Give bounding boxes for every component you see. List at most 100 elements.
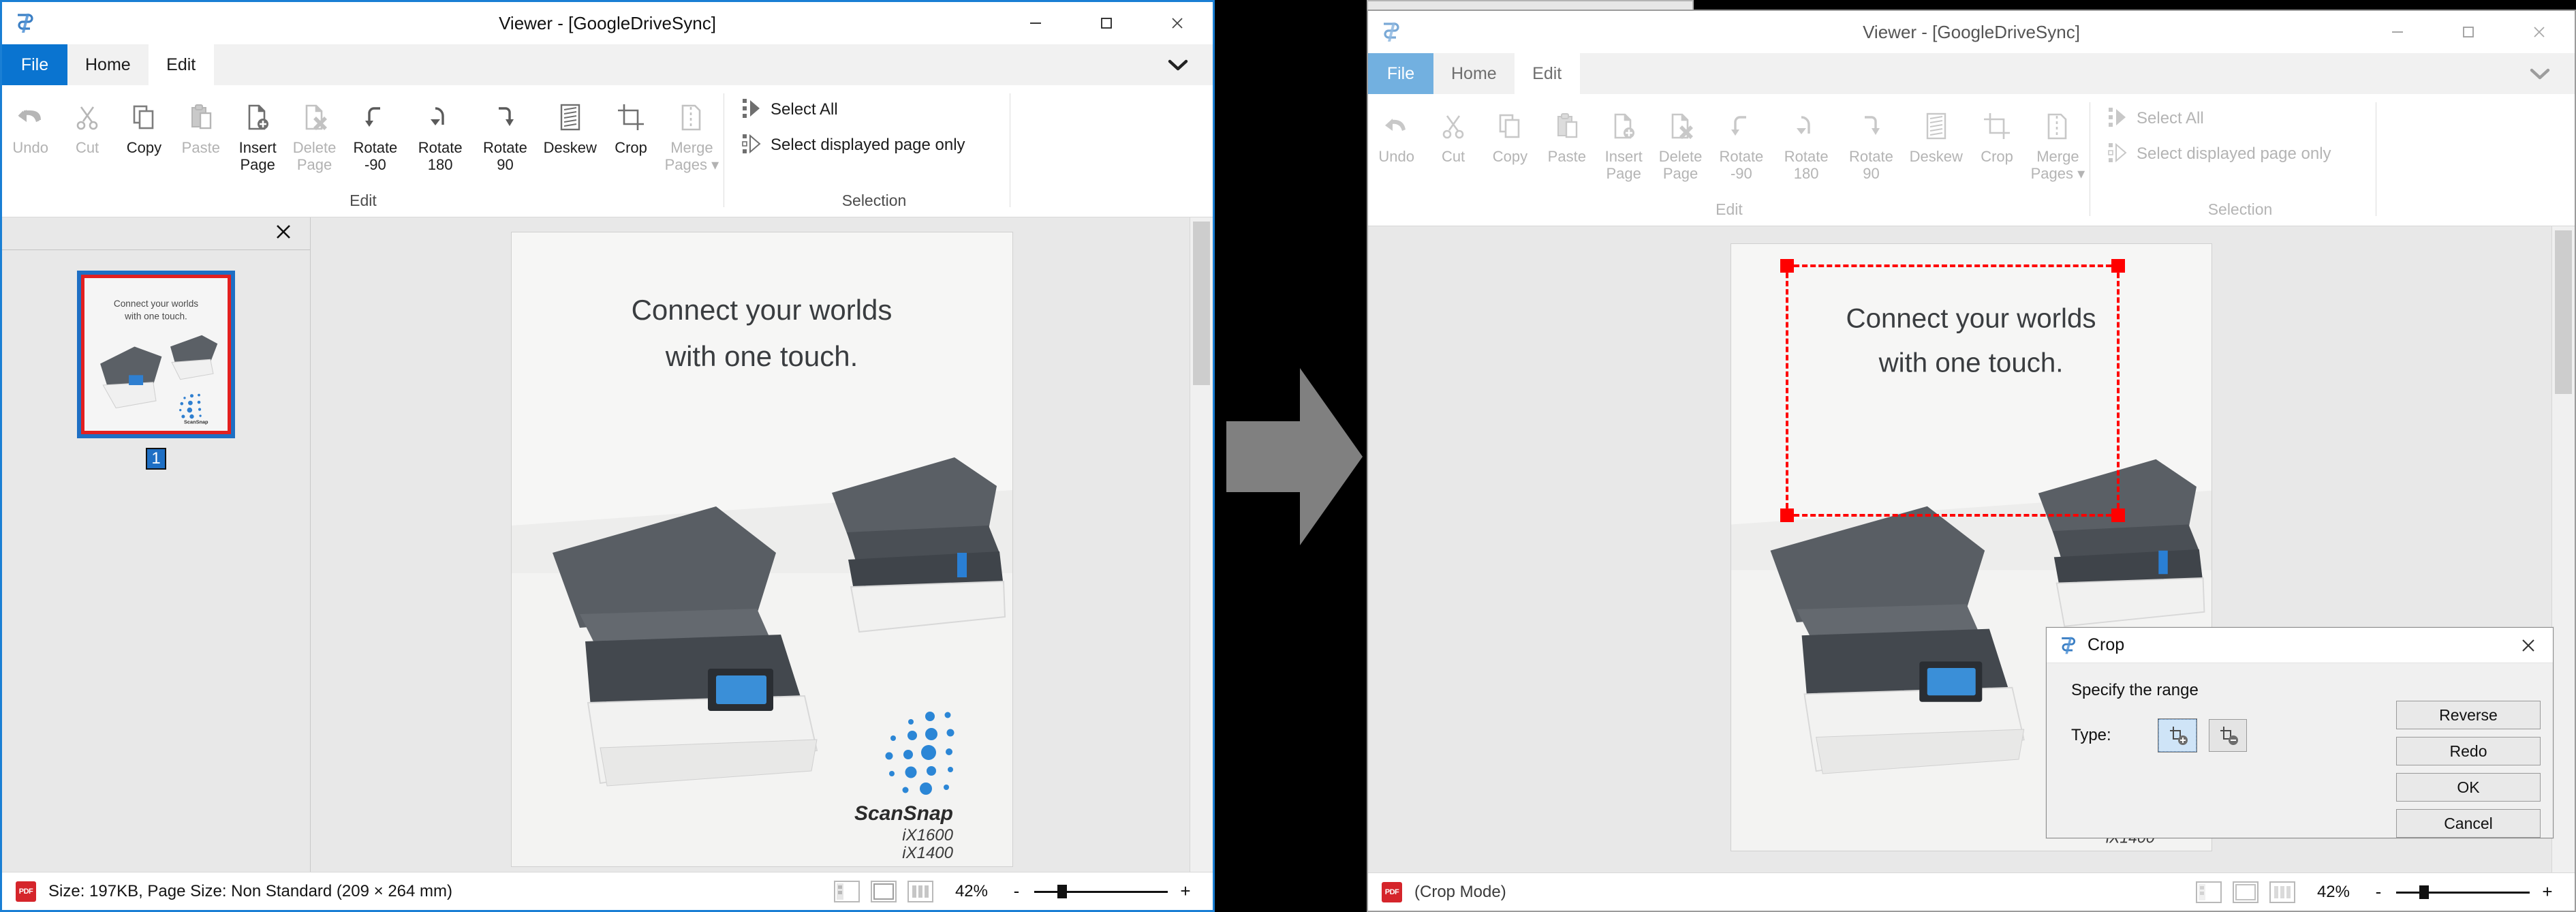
zoom-in-button[interactable]: + [2541, 881, 2554, 902]
rotate-180-icon [424, 97, 456, 137]
copy-button[interactable]: Copy [116, 95, 172, 156]
thumbnail-page-1[interactable]: Connect your worlds with one touch. Scan… [77, 271, 235, 438]
rotate-180-label: Rotate 180 [1784, 148, 1829, 182]
status-bar: PDF Size: 197KB, Page Size: Non Standard… [2, 872, 1213, 910]
vertical-scrollbar[interactable] [2551, 226, 2575, 872]
delete-page-icon [299, 97, 330, 137]
select-all-button[interactable]: Select All [738, 92, 838, 127]
zoom-slider-knob[interactable] [2419, 885, 2429, 899]
undo-button[interactable]: Undo [1368, 104, 1425, 165]
merge-pages-button[interactable]: Merge Pages ▾ [659, 95, 724, 173]
svg-text:Connect your worlds: Connect your worlds [114, 299, 198, 309]
select-displayed-page-button[interactable]: Select displayed page only [2104, 136, 2331, 172]
select-displayed-page-label: Select displayed page only [771, 136, 965, 154]
tab-file[interactable]: File [2, 44, 67, 85]
document-page[interactable]: Connect your worlds with one touch. [511, 232, 1012, 866]
minimize-button[interactable] [2362, 11, 2433, 53]
view-mode-continuous-button[interactable] [907, 880, 933, 902]
ok-button[interactable]: OK [2396, 773, 2541, 802]
rotate-right-button[interactable]: Rotate 90 [1839, 104, 1904, 182]
chevron-down-icon[interactable] [1166, 44, 1213, 85]
cut-button[interactable]: Cut [59, 95, 115, 156]
scrollbar-thumb[interactable] [1193, 222, 1210, 385]
rotate-left-icon [360, 97, 391, 137]
deskew-button[interactable]: Deskew [538, 95, 602, 156]
clipboard-icon [1551, 106, 1583, 146]
paste-button[interactable]: Paste [1538, 104, 1595, 165]
thumbnail-pane-header [2, 217, 310, 250]
zoom-slider[interactable] [2396, 885, 2530, 899]
merge-pages-button[interactable]: Merge Pages ▾ [2026, 104, 2090, 182]
merge-pages-label: Merge Pages ▾ [2030, 148, 2085, 182]
ribbon-group-selection-label: Selection [841, 192, 907, 209]
zoom-slider-knob[interactable] [1057, 884, 1067, 898]
screenshot-stage: Viewer - [GoogleDriveSync] File Home Edi… [0, 0, 2576, 912]
maximize-button[interactable] [2433, 11, 2504, 53]
zoom-slider[interactable] [1034, 884, 1168, 898]
minimize-button[interactable] [1000, 2, 1071, 44]
undo-button[interactable]: Undo [2, 95, 59, 156]
vertical-scrollbar[interactable] [1190, 217, 1213, 872]
page-view-area[interactable]: Connect your worlds with one touch. [311, 217, 1213, 872]
view-mode-single-page-button[interactable] [870, 880, 897, 902]
close-icon[interactable] [2509, 628, 2547, 663]
scrollbar-thumb[interactable] [2555, 230, 2572, 394]
select-all-button[interactable]: Select All [2104, 101, 2204, 136]
zoom-in-button[interactable]: + [1179, 881, 1192, 902]
pdf-icon: PDF [1382, 881, 1402, 902]
zoom-slider-track [1034, 890, 1168, 893]
insert-page-button[interactable]: Insert Page [1596, 104, 1652, 182]
delete-page-button[interactable]: Delete Page [286, 95, 343, 173]
rotate-right-label: Rotate 90 [483, 139, 527, 173]
select-displayed-page-button[interactable]: Select displayed page only [738, 127, 965, 163]
tab-edit[interactable]: Edit [1514, 53, 1580, 94]
select-all-label: Select All [771, 100, 838, 119]
rotate-right-icon [489, 97, 521, 137]
select-all-icon [2108, 106, 2128, 132]
select-all-icon [742, 97, 762, 123]
rotate-left-label: Rotate -90 [353, 139, 398, 173]
rotate-left-button[interactable]: Rotate -90 [343, 95, 407, 173]
cut-button[interactable]: Cut [1425, 104, 1481, 165]
merge-pages-icon [676, 97, 707, 137]
view-mode-thumbnail-pane-button[interactable] [2195, 881, 2222, 903]
rotate-180-button[interactable]: Rotate 180 [408, 95, 473, 173]
cancel-button[interactable]: Cancel [2396, 809, 2541, 838]
paste-button[interactable]: Paste [172, 95, 229, 156]
tab-file[interactable]: File [1368, 53, 1433, 94]
insert-page-button[interactable]: Insert Page [230, 95, 286, 173]
zoom-out-button[interactable]: - [1010, 881, 1023, 902]
view-mode-single-page-button[interactable] [2232, 881, 2259, 903]
rotate-left-button[interactable]: Rotate -90 [1709, 104, 1773, 182]
svg-text:Connect your worlds: Connect your worlds [1846, 303, 2096, 334]
window-controls [1000, 2, 1213, 44]
tab-home[interactable]: Home [67, 44, 149, 85]
delete-page-button[interactable]: Delete Page [1652, 104, 1709, 182]
rotate-180-button[interactable]: Rotate 180 [1774, 104, 1839, 182]
tab-edit[interactable]: Edit [148, 44, 214, 85]
rotate-right-button[interactable]: Rotate 90 [473, 95, 538, 173]
close-button[interactable] [1142, 2, 1213, 44]
paste-label: Paste [181, 139, 220, 156]
zoom-out-button[interactable]: - [2372, 881, 2385, 902]
delete-page-icon [1665, 106, 1696, 146]
tab-home[interactable]: Home [1433, 53, 1515, 94]
maximize-button[interactable] [1071, 2, 1142, 44]
pdf-icon: PDF [16, 881, 36, 902]
crop-remove-inside-button[interactable] [2209, 719, 2247, 752]
redo-button[interactable]: Redo [2396, 737, 2541, 765]
crop-icon [615, 97, 647, 137]
close-panel-icon[interactable] [275, 223, 292, 244]
reverse-button[interactable]: Reverse [2396, 701, 2541, 729]
deskew-button[interactable]: Deskew [1904, 104, 1968, 165]
chevron-down-icon[interactable] [2528, 53, 2575, 94]
view-mode-thumbnail-pane-button[interactable] [833, 880, 860, 902]
crop-button[interactable]: Crop [602, 95, 659, 156]
copy-button[interactable]: Copy [1482, 104, 1538, 165]
crop-icon [1981, 106, 2013, 146]
view-mode-continuous-button[interactable] [2269, 881, 2295, 903]
crop-keep-inside-button[interactable] [2158, 718, 2197, 753]
crop-button[interactable]: Crop [1968, 104, 2025, 165]
close-button[interactable] [2504, 11, 2575, 53]
crop-label: Crop [1981, 148, 2013, 165]
